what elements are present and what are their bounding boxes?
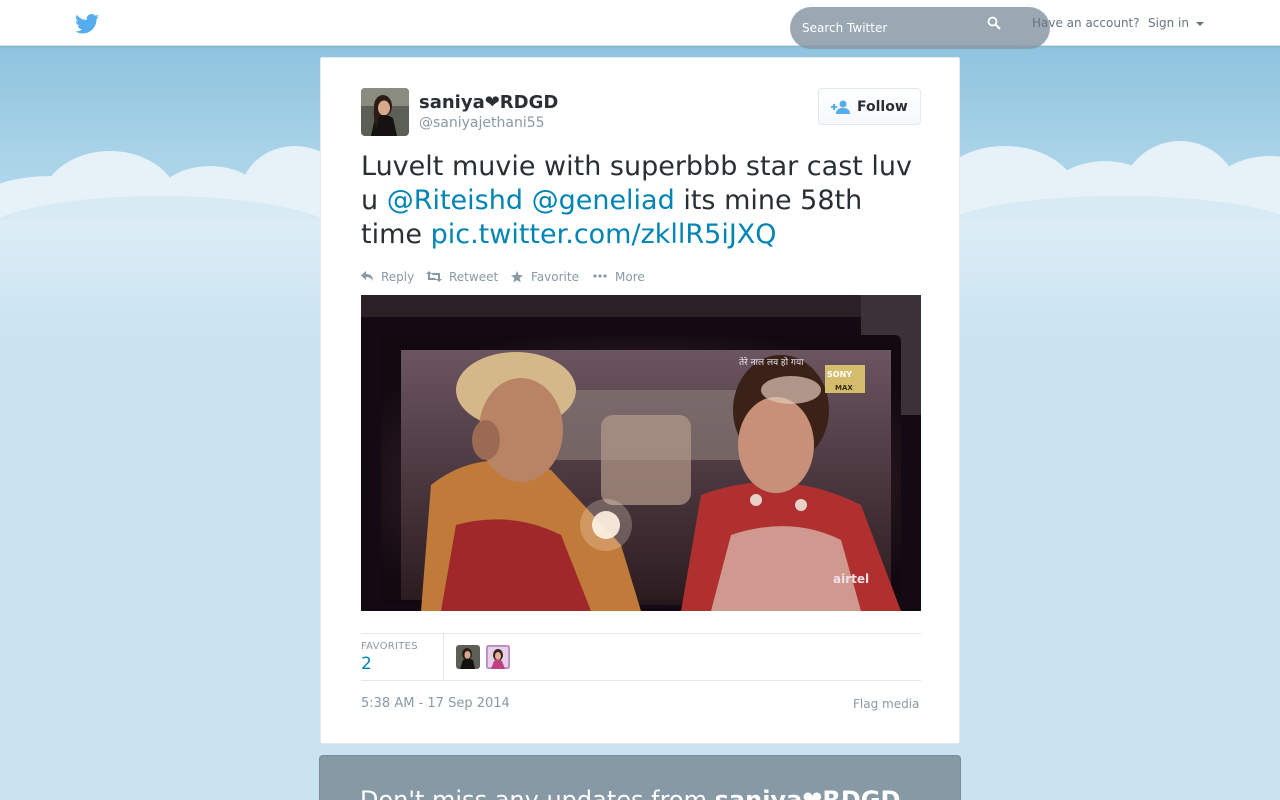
favorite-action[interactable]: Favorite [511, 269, 591, 285]
flag-media-link[interactable]: Flag media [853, 697, 919, 711]
stats-divider [443, 634, 444, 680]
signup-name: saniya❤RDGD [714, 786, 901, 800]
avatar[interactable] [361, 88, 409, 136]
chevron-down-icon[interactable] [1196, 22, 1204, 26]
signup-prefix: Don't miss any updates from [360, 786, 715, 800]
more-action[interactable]: More [593, 269, 653, 285]
sign-in-link[interactable]: Sign in [1148, 16, 1189, 30]
search-input[interactable] [802, 18, 982, 38]
follow-label: Follow [857, 99, 908, 115]
signup-panel: Don't miss any updates from saniya❤RDGD [319, 755, 961, 800]
retweet-icon [426, 271, 442, 282]
follow-button[interactable]: Follow [818, 88, 921, 125]
retweet-action[interactable]: Retweet [426, 269, 506, 285]
pic-link[interactable]: pic.twitter.com/zkllR5iJXQ [431, 219, 777, 250]
photo-channel-top: SONY [827, 370, 852, 379]
tweet-photo[interactable]: तेरे नाल लव हो गया SONY MAX airtel [361, 295, 921, 611]
follow-person-icon [831, 100, 850, 114]
mention-link[interactable]: @Riteishd [387, 185, 523, 216]
user-handle[interactable]: @saniyajethani55 [419, 115, 545, 131]
photo-channel-bottom: MAX [835, 384, 853, 392]
search-box[interactable] [790, 7, 1050, 49]
tweet-card: saniya❤RDGD @saniyajethani55 Follow Luve… [320, 57, 960, 744]
divider [361, 633, 921, 634]
photo-caption: तेरे नाल लव हो गया [739, 356, 804, 368]
mention-link[interactable]: @geneliad [532, 185, 675, 216]
tweet-text-space [523, 185, 532, 216]
top-bar: Have an account? Sign in [0, 0, 1280, 49]
search-icon[interactable] [987, 16, 1001, 30]
reply-icon [361, 271, 373, 281]
more-dots-icon [593, 274, 607, 278]
twitter-bird-icon[interactable] [75, 14, 99, 34]
favorites-label: FAVORITES [361, 641, 418, 652]
user-fullname[interactable]: saniya❤RDGD [419, 92, 558, 113]
favoriter-avatar[interactable] [456, 645, 480, 669]
have-account-text: Have an account? [1032, 16, 1140, 30]
favorites-count[interactable]: 2 [361, 654, 372, 674]
signup-text: Don't miss any updates from saniya❤RDGD [360, 786, 900, 800]
reply-action[interactable]: Reply [361, 269, 421, 285]
favoriter-avatar[interactable] [486, 645, 510, 669]
photo-brand: airtel [833, 572, 869, 586]
star-icon [511, 271, 523, 283]
tweet-timestamp[interactable]: 5:38 AM - 17 Sep 2014 [361, 696, 510, 711]
tweet-text: Luvelt muvie with superbbb star cast luv… [361, 150, 921, 252]
divider [361, 680, 921, 681]
